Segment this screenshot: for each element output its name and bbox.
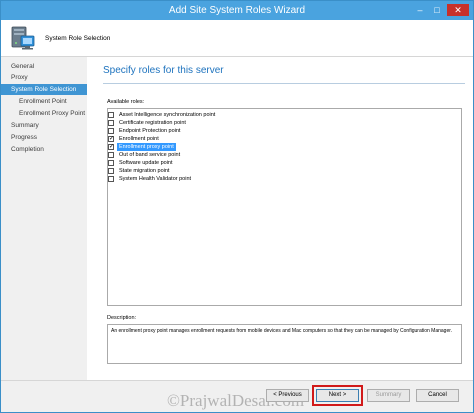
role-checkbox[interactable]	[108, 128, 114, 134]
page-title: System Role Selection	[45, 35, 111, 42]
role-label: Enrollment proxy point	[117, 143, 176, 151]
maximize-button[interactable]: □	[430, 4, 444, 16]
cancel-button[interactable]: Cancel	[416, 389, 459, 402]
nav-item-proxy[interactable]: Proxy	[1, 72, 87, 83]
roles-list[interactable]: Asset Intelligence synchronization point…	[107, 108, 462, 306]
role-checkbox[interactable]	[108, 160, 114, 166]
window-title: Add Site System Roles Wizard	[168, 5, 306, 16]
nav-item-enrollment-point[interactable]: Enrollment Point	[1, 96, 87, 107]
content-panel: Specify roles for this server Available …	[87, 57, 473, 380]
wizard-header: System Role Selection	[1, 20, 473, 57]
role-label: Certificate registration point	[119, 120, 186, 126]
role-label: Enrollment point	[119, 136, 159, 142]
nav-item-summary[interactable]: Summary	[1, 120, 87, 131]
available-roles-label: Available roles:	[107, 99, 145, 105]
nav-item-completion[interactable]: Completion	[1, 144, 87, 155]
role-label: Endpoint Protection point	[119, 128, 181, 134]
role-checkbox[interactable]	[108, 120, 114, 126]
role-label: Out of band service point	[119, 152, 181, 158]
minimize-button[interactable]: –	[413, 4, 427, 16]
nav-item-system-role-selection[interactable]: System Role Selection	[1, 84, 87, 95]
wizard-window: Add Site System Roles Wizard – □ ✕ Syste…	[0, 0, 474, 413]
nav-item-progress[interactable]: Progress	[1, 132, 87, 143]
role-checkbox[interactable]: ✓	[108, 144, 114, 150]
summary-button[interactable]: Summary	[367, 389, 410, 402]
footer-divider	[1, 380, 473, 381]
description-text: An enrollment proxy point manages enroll…	[107, 324, 462, 364]
description-label: Description:	[107, 315, 137, 321]
nav-item-enrollment-proxy-point[interactable]: Enrollment Proxy Point	[1, 108, 87, 119]
previous-button[interactable]: < Previous	[266, 389, 309, 402]
server-computer-icon	[11, 26, 35, 50]
title-bar[interactable]: Add Site System Roles Wizard – □ ✕	[1, 1, 473, 20]
role-checkbox[interactable]	[108, 168, 114, 174]
role-label: Software update point	[119, 160, 173, 166]
nav-item-general[interactable]: General	[1, 61, 87, 72]
role-checkbox[interactable]	[108, 112, 114, 118]
role-label: Asset Intelligence synchronization point	[119, 112, 216, 118]
close-button[interactable]: ✕	[447, 4, 469, 16]
next-button[interactable]: Next >	[316, 389, 359, 402]
role-label: System Health Validator point	[119, 176, 192, 182]
wizard-nav: General Proxy System Role Selection Enro…	[1, 57, 87, 380]
section-heading: Specify roles for this server	[103, 65, 224, 76]
role-checkbox[interactable]	[108, 152, 114, 158]
role-checkbox[interactable]	[108, 176, 114, 182]
role-checkbox[interactable]: ✓	[108, 136, 114, 142]
role-label: State migration point	[119, 168, 170, 174]
heading-divider	[103, 83, 465, 84]
